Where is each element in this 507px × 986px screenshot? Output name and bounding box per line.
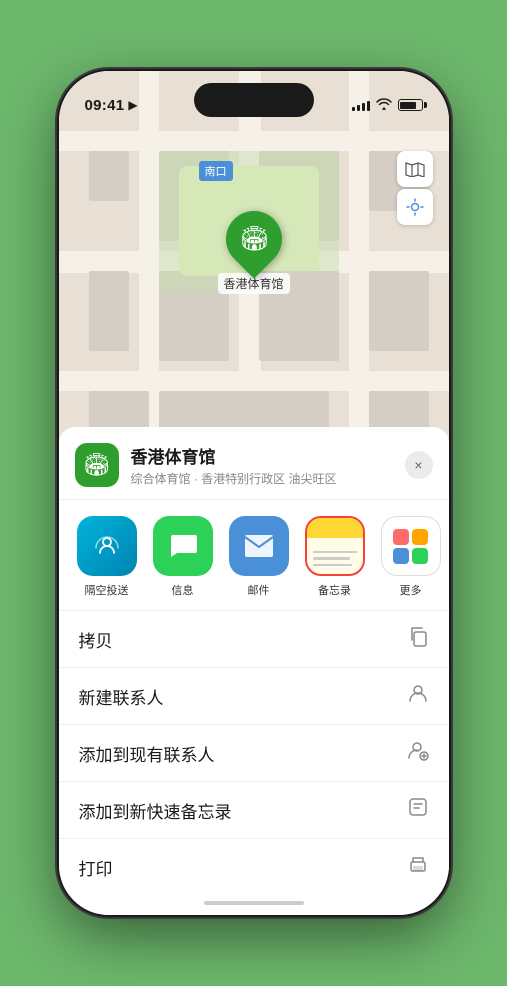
battery-icon [398,99,423,111]
more-label: 更多 [400,582,422,598]
copy-label: 拷贝 [79,627,113,652]
map-pin: 🏟 香港体育馆 [217,211,289,294]
new-contact-icon [407,682,429,710]
share-message[interactable]: 信息 [151,516,215,598]
add-existing-icon [407,739,429,767]
signal-bar-2 [357,105,360,111]
more-icon [381,516,441,576]
share-mail[interactable]: 邮件 [227,516,291,598]
print-icon [407,853,429,881]
battery-fill [400,102,416,109]
location-name: 香港体育馆 [131,443,393,468]
action-new-contact[interactable]: 新建联系人 [59,668,449,725]
dynamic-island [194,83,314,117]
print-label: 打印 [79,855,113,880]
share-row: 隔空投送 信息 邮件 [59,500,449,611]
location-venue-icon: 🏟 [75,443,119,487]
share-more[interactable]: 更多 [379,516,443,598]
signal-bar-1 [352,107,355,111]
bottom-sheet: 🏟 香港体育馆 综合体育馆 · 香港特别行政区 油尖旺区 × 隔空投送 [59,427,449,915]
action-add-notes[interactable]: 添加到新快速备忘录 [59,782,449,839]
add-notes-label: 添加到新快速备忘录 [79,798,232,823]
signal-bar-3 [362,103,365,111]
add-existing-label: 添加到现有联系人 [79,741,215,766]
action-print[interactable]: 打印 [59,839,449,895]
location-subtitle: 综合体育馆 · 香港特别行政区 油尖旺区 [131,470,393,487]
mail-label: 邮件 [248,582,270,598]
airdrop-label: 隔空投送 [85,582,129,598]
notes-icon [305,516,365,576]
action-add-existing[interactable]: 添加到现有联系人 [59,725,449,782]
map-exit-label: 南口 [199,161,233,181]
status-time: 09:41 [85,97,125,114]
pin-bubble: 🏟 [214,199,293,278]
status-icons [352,98,423,113]
phone-frame: 09:41 ▶ [59,71,449,915]
home-indicator [59,895,449,905]
share-airdrop[interactable]: 隔空投送 [75,516,139,598]
signal-bars [352,99,370,111]
stadium-icon: 🏟 [238,225,268,254]
close-button[interactable]: × [405,451,433,479]
map-type-button[interactable] [397,151,433,187]
action-copy[interactable]: 拷贝 [59,611,449,668]
new-contact-label: 新建联系人 [79,684,164,709]
message-icon [153,516,213,576]
location-button[interactable] [397,189,433,225]
airdrop-icon [77,516,137,576]
share-notes[interactable]: 备忘录 [303,516,367,598]
copy-icon [407,625,429,653]
wifi-icon [376,98,392,113]
notes-label: 备忘录 [318,582,351,598]
add-notes-icon [407,796,429,824]
mail-icon [229,516,289,576]
signal-bar-4 [367,101,370,111]
message-label: 信息 [172,582,194,598]
location-card: 🏟 香港体育馆 综合体育馆 · 香港特别行政区 油尖旺区 × [59,427,449,500]
map-controls [397,151,433,225]
location-info: 香港体育馆 综合体育馆 · 香港特别行政区 油尖旺区 [131,443,393,487]
location-icon: ▶ [128,98,137,112]
